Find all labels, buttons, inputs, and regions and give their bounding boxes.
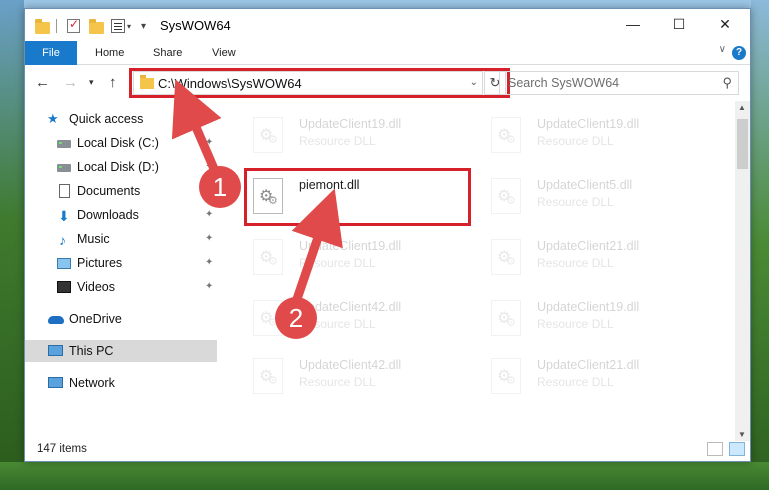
search-icon: ⚲ <box>722 75 732 90</box>
search-placeholder: Search SysWOW64 <box>508 76 620 90</box>
vertical-scrollbar[interactable]: ▲ ▼ <box>735 101 750 441</box>
file-item[interactable]: UpdateClient21.dll Resource DLL <box>489 235 719 285</box>
pin-icon[interactable]: ✦ <box>205 132 213 154</box>
pin-icon[interactable]: ✦ <box>205 204 213 226</box>
file-item[interactable]: UpdateClient42.dll Resource DLL <box>251 296 481 346</box>
dll-file-icon <box>253 300 283 336</box>
back-arrow-icon[interactable]: ← <box>35 74 50 91</box>
sidebar-item-videos[interactable]: Videos ✦ <box>25 276 217 298</box>
large-icons-view-icon[interactable] <box>729 442 745 456</box>
toolbar-dropdown-icon[interactable]: ▾ <box>127 22 131 31</box>
file-item[interactable]: UpdateClient19.dll Resource DLL <box>489 113 719 163</box>
close-button[interactable]: ✕ <box>702 9 748 39</box>
drive-icon <box>57 164 71 172</box>
tab-file[interactable]: File <box>25 41 77 65</box>
sidebar-item-documents[interactable]: Documents ✦ <box>25 180 217 202</box>
file-item[interactable]: UpdateClient19.dll Resource DLL <box>251 113 481 163</box>
explorer-window: ▾ ▾ SysWOW64 — ☐ ✕ File Home Share View … <box>24 8 751 462</box>
item-count: 147 items <box>37 443 87 455</box>
tab-home[interactable]: Home <box>95 41 124 65</box>
help-icon[interactable]: ? <box>732 46 746 60</box>
properties-check-icon[interactable] <box>67 17 80 33</box>
scrollbar-thumb[interactable] <box>737 119 748 169</box>
customize-toolbar-icon[interactable] <box>111 19 125 33</box>
download-icon: ⬇ <box>58 208 70 224</box>
dll-file-icon <box>253 358 283 394</box>
this-pc-icon <box>48 345 63 356</box>
forward-arrow-icon[interactable]: → <box>63 74 78 91</box>
pin-icon[interactable]: ✦ <box>205 180 213 202</box>
expand-ribbon-icon[interactable]: ∨ <box>719 44 726 55</box>
network-icon <box>48 377 63 388</box>
tab-view[interactable]: View <box>212 41 236 65</box>
quick-access-dropdown-icon[interactable]: ▾ <box>141 21 146 32</box>
navigation-pane: ★ Quick access Local Disk (C:) ✦ Local D… <box>25 107 217 437</box>
status-bar: 147 items <box>25 439 750 461</box>
ribbon-tabs: File Home Share View ∨ ? <box>25 41 750 65</box>
pin-icon[interactable]: ✦ <box>205 228 213 250</box>
dll-file-icon <box>491 178 521 214</box>
dll-file-icon <box>491 239 521 275</box>
dll-file-icon <box>491 117 521 153</box>
sidebar-item-onedrive[interactable]: OneDrive <box>25 308 217 330</box>
sidebar-item-pictures[interactable]: Pictures ✦ <box>25 252 217 274</box>
dll-file-icon <box>253 117 283 153</box>
star-icon: ★ <box>47 111 59 126</box>
pictures-icon <box>57 258 71 269</box>
dll-file-icon <box>253 239 283 275</box>
scroll-up-icon[interactable]: ▲ <box>738 103 746 112</box>
file-item[interactable]: UpdateClient21.dll Resource DLL <box>489 354 719 404</box>
sidebar-item-local-disk-d[interactable]: Local Disk (D:) ✦ <box>25 156 217 178</box>
onedrive-icon <box>48 316 64 324</box>
up-arrow-icon[interactable]: ↑ <box>109 74 117 91</box>
file-item[interactable]: UpdateClient19.dll Resource DLL <box>489 296 719 346</box>
toolbar-separator <box>56 19 57 33</box>
file-list: UpdateClient19.dll Resource DLL UpdateCl… <box>243 101 733 433</box>
minimize-button[interactable]: — <box>610 9 656 39</box>
file-item[interactable]: UpdateClient5.dll Resource DLL <box>489 174 719 224</box>
sidebar-item-quick-access[interactable]: ★ Quick access <box>25 108 217 130</box>
window-title: SysWOW64 <box>160 18 231 33</box>
new-folder-icon[interactable] <box>89 19 104 34</box>
tab-share[interactable]: Share <box>153 41 182 65</box>
address-row: ← → ▾ ↑ C:\Windows\SysWOW64 ⌄ ↻ Search S… <box>25 66 750 100</box>
drive-icon <box>57 140 71 148</box>
sidebar-item-network[interactable]: Network <box>25 372 217 394</box>
dll-file-icon <box>491 300 521 336</box>
search-input[interactable]: Search SysWOW64 ⚲ <box>499 71 739 95</box>
dll-file-icon <box>491 358 521 394</box>
scroll-down-icon[interactable]: ▼ <box>738 430 746 439</box>
pin-icon[interactable]: ✦ <box>205 156 213 178</box>
sidebar-item-music[interactable]: ♪ Music ✦ <box>25 228 217 250</box>
music-icon: ♪ <box>59 232 66 248</box>
file-highlight-box <box>244 168 471 226</box>
documents-icon <box>59 184 70 198</box>
maximize-button[interactable]: ☐ <box>656 9 702 39</box>
address-highlight-box <box>129 68 510 98</box>
file-item[interactable]: UpdateClient42.dll Resource DLL <box>251 354 481 404</box>
sidebar-item-downloads[interactable]: ⬇ Downloads ✦ <box>25 204 217 226</box>
details-view-icon[interactable] <box>707 442 723 456</box>
file-item[interactable]: UpdateClient19.dll Resource DLL <box>251 235 481 285</box>
recent-locations-icon[interactable]: ▾ <box>89 77 94 88</box>
sidebar-item-this-pc[interactable]: This PC <box>25 340 217 362</box>
pin-icon[interactable]: ✦ <box>205 252 213 274</box>
sidebar-item-local-disk-c[interactable]: Local Disk (C:) ✦ <box>25 132 217 154</box>
pin-icon[interactable]: ✦ <box>205 276 213 298</box>
folder-icon <box>35 19 50 34</box>
title-bar: ▾ ▾ SysWOW64 — ☐ ✕ <box>25 9 750 41</box>
videos-icon <box>57 281 71 293</box>
